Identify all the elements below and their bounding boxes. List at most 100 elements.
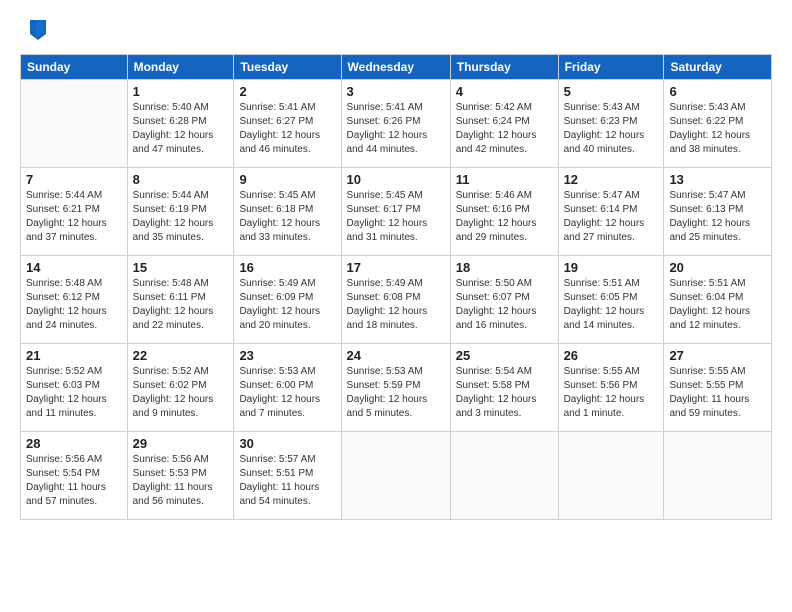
calendar-cell: 11 Sunrise: 5:46 AM Sunset: 6:16 PM Dayli…	[450, 168, 558, 256]
day-number: 28	[26, 436, 122, 451]
day-number: 12	[564, 172, 659, 187]
calendar-header-saturday: Saturday	[664, 55, 772, 80]
calendar-cell: 20Sunrise: 5:51 AM Sunset: 6:04 PM Dayli…	[664, 256, 772, 344]
calendar-table: SundayMondayTuesdayWednesdayThursdayFrid…	[20, 54, 772, 520]
calendar-header-wednesday: Wednesday	[341, 55, 450, 80]
day-number: 25	[456, 348, 553, 363]
day-number: 22	[133, 348, 229, 363]
calendar-week-row: 28 Sunrise: 5:56 AM Sunset: 5:54 PM Dayli…	[21, 432, 772, 520]
day-info: Sunrise: 5:40 AM Sunset: 6:28 PM Dayligh…	[133, 101, 229, 157]
day-info: Sunrise: 5:44 AM Sunset: 6:19 PM Dayligh…	[133, 189, 229, 245]
day-info: Sunrise: 5:44 AM Sunset: 6:21 PM Dayligh…	[26, 189, 122, 245]
day-info: Sunrise: 5:55 AM Sunset: 5:55 PM Dayligh…	[669, 365, 766, 421]
calendar-cell: 16 Sunrise: 5:49 AM Sunset: 6:09 PM Dayli…	[234, 256, 341, 344]
day-info: Sunrise: 5:48 AM Sunset: 6:12 PM Dayligh…	[26, 277, 122, 333]
day-number: 3	[347, 84, 445, 99]
calendar-cell: 14 Sunrise: 5:48 AM Sunset: 6:12 PM Dayli…	[21, 256, 128, 344]
calendar-cell: 13Sunrise: 5:47 AM Sunset: 6:13 PM Dayli…	[664, 168, 772, 256]
calendar-cell: 18 Sunrise: 5:50 AM Sunset: 6:07 PM Dayli…	[450, 256, 558, 344]
day-info: Sunrise: 5:56 AM Sunset: 5:54 PM Dayligh…	[26, 453, 122, 509]
logo	[20, 16, 50, 44]
calendar-cell: 3 Sunrise: 5:41 AM Sunset: 6:26 PM Daylig…	[341, 80, 450, 168]
day-number: 11	[456, 172, 553, 187]
logo-icon	[22, 16, 50, 44]
day-number: 26	[564, 348, 659, 363]
calendar-cell: 7 Sunrise: 5:44 AM Sunset: 6:21 PM Daylig…	[21, 168, 128, 256]
day-number: 19	[564, 260, 659, 275]
calendar-cell: 5 Sunrise: 5:43 AM Sunset: 6:23 PM Daylig…	[558, 80, 664, 168]
day-info: Sunrise: 5:42 AM Sunset: 6:24 PM Dayligh…	[456, 101, 553, 157]
day-number: 30	[239, 436, 335, 451]
day-info: Sunrise: 5:50 AM Sunset: 6:07 PM Dayligh…	[456, 277, 553, 333]
day-info: Sunrise: 5:54 AM Sunset: 5:58 PM Dayligh…	[456, 365, 553, 421]
day-info: Sunrise: 5:49 AM Sunset: 6:09 PM Dayligh…	[239, 277, 335, 333]
day-number: 14	[26, 260, 122, 275]
calendar-cell: 23Sunrise: 5:53 AM Sunset: 6:00 PM Dayli…	[234, 344, 341, 432]
calendar-cell: 1Sunrise: 5:40 AM Sunset: 6:28 PM Daylig…	[127, 80, 234, 168]
day-info: Sunrise: 5:52 AM Sunset: 6:03 PM Dayligh…	[26, 365, 122, 421]
calendar-cell: 22 Sunrise: 5:52 AM Sunset: 6:02 PM Dayli…	[127, 344, 234, 432]
calendar-cell: 21 Sunrise: 5:52 AM Sunset: 6:03 PM Dayli…	[21, 344, 128, 432]
day-number: 8	[133, 172, 229, 187]
calendar-week-row: 21 Sunrise: 5:52 AM Sunset: 6:03 PM Dayli…	[21, 344, 772, 432]
day-number: 24	[347, 348, 445, 363]
calendar-cell: 24Sunrise: 5:53 AM Sunset: 5:59 PM Dayli…	[341, 344, 450, 432]
calendar-header-thursday: Thursday	[450, 55, 558, 80]
day-number: 13	[669, 172, 766, 187]
calendar-cell	[450, 432, 558, 520]
calendar-cell: 2 Sunrise: 5:41 AM Sunset: 6:27 PM Daylig…	[234, 80, 341, 168]
calendar-cell: 9 Sunrise: 5:45 AM Sunset: 6:18 PM Daylig…	[234, 168, 341, 256]
day-info: Sunrise: 5:56 AM Sunset: 5:53 PM Dayligh…	[133, 453, 229, 509]
day-number: 16	[239, 260, 335, 275]
calendar-cell: 17 Sunrise: 5:49 AM Sunset: 6:08 PM Dayli…	[341, 256, 450, 344]
calendar-cell: 19 Sunrise: 5:51 AM Sunset: 6:05 PM Dayli…	[558, 256, 664, 344]
day-info: Sunrise: 5:45 AM Sunset: 6:18 PM Dayligh…	[239, 189, 335, 245]
day-number: 29	[133, 436, 229, 451]
calendar-cell: 27 Sunrise: 5:55 AM Sunset: 5:55 PM Dayli…	[664, 344, 772, 432]
day-info: Sunrise: 5:43 AM Sunset: 6:22 PM Dayligh…	[669, 101, 766, 157]
day-number: 23	[239, 348, 335, 363]
day-info: Sunrise: 5:41 AM Sunset: 6:27 PM Dayligh…	[239, 101, 335, 157]
calendar-header-row: SundayMondayTuesdayWednesdayThursdayFrid…	[21, 55, 772, 80]
calendar-cell: 8 Sunrise: 5:44 AM Sunset: 6:19 PM Daylig…	[127, 168, 234, 256]
day-number: 10	[347, 172, 445, 187]
calendar-cell	[21, 80, 128, 168]
header	[20, 16, 772, 44]
calendar-cell: 4Sunrise: 5:42 AM Sunset: 6:24 PM Daylig…	[450, 80, 558, 168]
day-info: Sunrise: 5:55 AM Sunset: 5:56 PM Dayligh…	[564, 365, 659, 421]
calendar-cell	[341, 432, 450, 520]
day-info: Sunrise: 5:45 AM Sunset: 6:17 PM Dayligh…	[347, 189, 445, 245]
calendar-header-friday: Friday	[558, 55, 664, 80]
calendar-cell: 6Sunrise: 5:43 AM Sunset: 6:22 PM Daylig…	[664, 80, 772, 168]
day-number: 7	[26, 172, 122, 187]
day-number: 2	[239, 84, 335, 99]
day-number: 17	[347, 260, 445, 275]
day-info: Sunrise: 5:41 AM Sunset: 6:26 PM Dayligh…	[347, 101, 445, 157]
calendar-header-sunday: Sunday	[21, 55, 128, 80]
calendar-cell: 30 Sunrise: 5:57 AM Sunset: 5:51 PM Dayli…	[234, 432, 341, 520]
calendar-header-monday: Monday	[127, 55, 234, 80]
day-number: 20	[669, 260, 766, 275]
day-number: 21	[26, 348, 122, 363]
calendar-week-row: 14 Sunrise: 5:48 AM Sunset: 6:12 PM Dayli…	[21, 256, 772, 344]
page: SundayMondayTuesdayWednesdayThursdayFrid…	[0, 0, 792, 612]
day-info: Sunrise: 5:46 AM Sunset: 6:16 PM Dayligh…	[456, 189, 553, 245]
day-number: 27	[669, 348, 766, 363]
calendar-cell: 12 Sunrise: 5:47 AM Sunset: 6:14 PM Dayli…	[558, 168, 664, 256]
day-info: Sunrise: 5:52 AM Sunset: 6:02 PM Dayligh…	[133, 365, 229, 421]
day-info: Sunrise: 5:47 AM Sunset: 6:14 PM Dayligh…	[564, 189, 659, 245]
calendar-cell: 10 Sunrise: 5:45 AM Sunset: 6:17 PM Dayli…	[341, 168, 450, 256]
day-info: Sunrise: 5:51 AM Sunset: 6:05 PM Dayligh…	[564, 277, 659, 333]
calendar-cell	[558, 432, 664, 520]
calendar-header-tuesday: Tuesday	[234, 55, 341, 80]
day-number: 9	[239, 172, 335, 187]
calendar-cell	[664, 432, 772, 520]
day-number: 15	[133, 260, 229, 275]
day-info: Sunrise: 5:43 AM Sunset: 6:23 PM Dayligh…	[564, 101, 659, 157]
calendar-cell: 15Sunrise: 5:48 AM Sunset: 6:11 PM Dayli…	[127, 256, 234, 344]
day-number: 18	[456, 260, 553, 275]
day-info: Sunrise: 5:49 AM Sunset: 6:08 PM Dayligh…	[347, 277, 445, 333]
calendar-cell: 25 Sunrise: 5:54 AM Sunset: 5:58 PM Dayli…	[450, 344, 558, 432]
day-info: Sunrise: 5:57 AM Sunset: 5:51 PM Dayligh…	[239, 453, 335, 509]
day-number: 5	[564, 84, 659, 99]
